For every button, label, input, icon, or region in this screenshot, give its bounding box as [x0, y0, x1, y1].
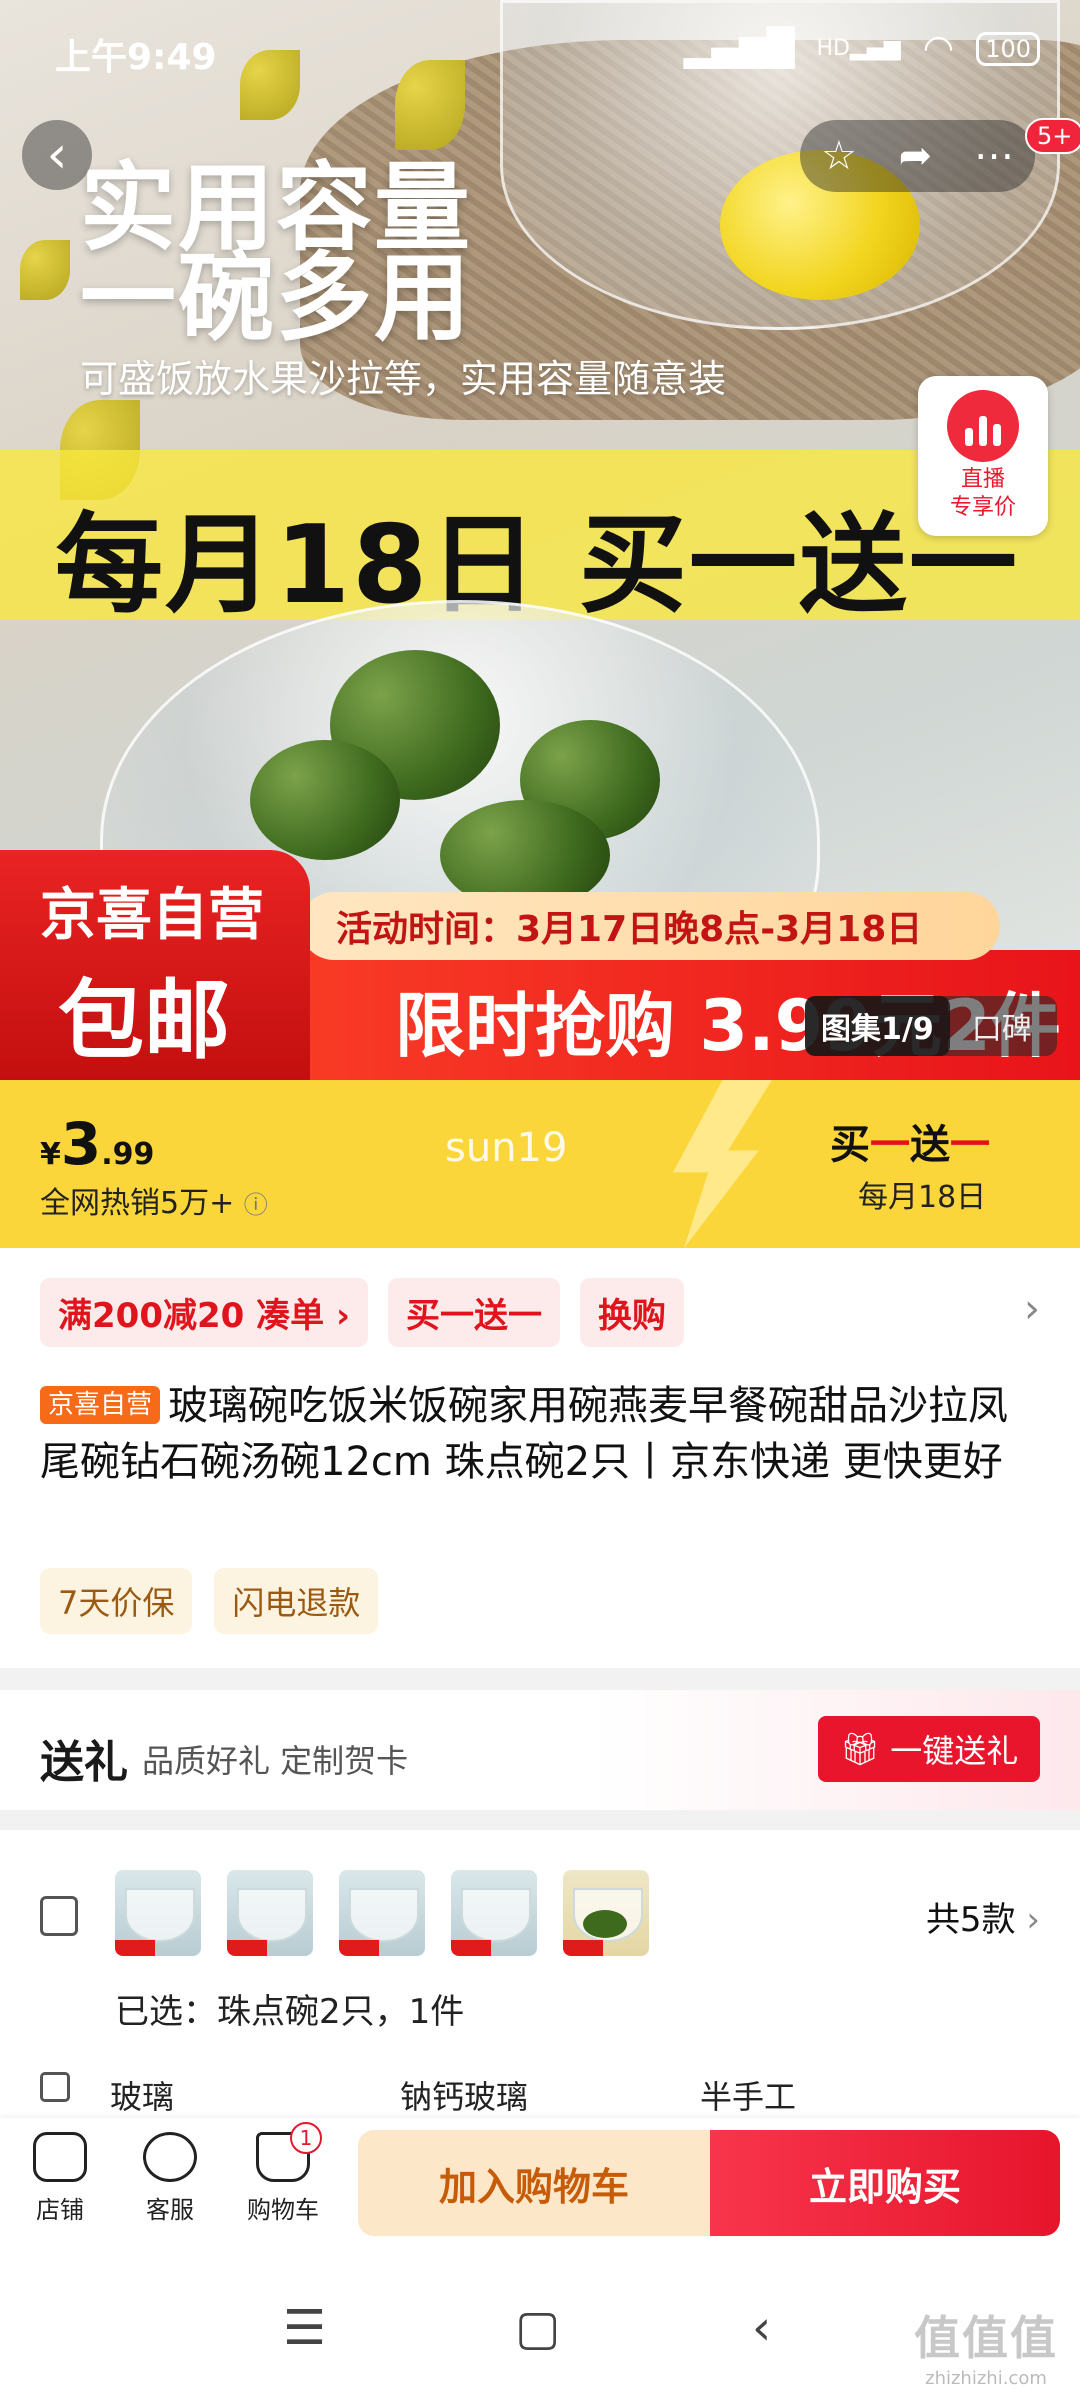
- store-button[interactable]: 店铺: [15, 2132, 105, 2225]
- free-shipping-label: 包邮: [58, 971, 230, 1071]
- back-button[interactable]: ‹: [22, 120, 92, 190]
- live-price-button[interactable]: 直播 专享价: [918, 376, 1048, 536]
- more-icon[interactable]: ⋯: [974, 133, 1014, 179]
- variant-thumb[interactable]: [227, 1870, 313, 1956]
- promo-exchange[interactable]: 换购: [579, 1278, 684, 1347]
- bogo-date: 每月18日: [858, 1180, 987, 1215]
- jx-self-operated-badge: 京喜自营 包邮: [0, 850, 310, 1080]
- hd-signal-icon: HD▂▄▆: [816, 36, 901, 61]
- watermark: sun19: [445, 1125, 568, 1171]
- chevron-right-icon: ›: [1026, 1900, 1040, 1940]
- promo-coupon[interactable]: 满200减20 凑单 ›: [40, 1278, 368, 1347]
- top-actions: ☆ ➦ ⋯: [800, 120, 1035, 192]
- variant-thumb[interactable]: [115, 1870, 201, 1956]
- gallery-switcher[interactable]: 图集1/9 口碑: [805, 996, 1057, 1056]
- add-to-cart-button[interactable]: 加入购物车: [358, 2130, 710, 2236]
- variant-thumbnails: [115, 1870, 649, 1956]
- variant-thumb[interactable]: [451, 1870, 537, 1956]
- bogo-label: 买一送一: [830, 1122, 990, 1168]
- hero-subheadline: 可盛饭放水果沙拉等，实用容量随意装: [80, 357, 727, 401]
- promotion-row: 满200减20 凑单 › 买一送一 换购: [40, 1278, 684, 1347]
- favorite-star-icon[interactable]: ☆: [821, 133, 857, 179]
- live-label: 直播 专享价: [949, 467, 1016, 520]
- customer-service-icon: [143, 2132, 197, 2182]
- menu-icon[interactable]: ☰: [283, 2300, 326, 2356]
- variant-selector[interactable]: 共5款 › 已选：珠点碗2只，1件 玻璃 钠钙玻璃 半手工: [0, 1830, 1080, 2130]
- spec-material: 玻璃: [110, 2078, 175, 2116]
- spec-glass-type: 钠钙玻璃: [400, 2078, 529, 2116]
- selected-variant: 已选：珠点碗2只，1件: [115, 1992, 465, 2032]
- store-icon: [33, 2132, 87, 2182]
- signal-icon: ▂▄▆█: [683, 28, 795, 69]
- spec-craft: 半手工: [700, 2078, 797, 2116]
- gift-title: 送礼: [40, 1737, 128, 1788]
- product-title: 京喜自营 玻璃碗吃饭米饭碗家用碗燕麦早餐碗甜品沙拉凤尾碗钻石碗汤碗12cm 珠点碗…: [40, 1383, 1009, 1485]
- lime-image: [250, 740, 400, 860]
- hero-headline-2: 一碗多用: [80, 242, 472, 354]
- fast-refund-tag[interactable]: 闪电退款: [214, 1568, 379, 1634]
- buy-now-button[interactable]: 立即购买: [710, 2130, 1060, 2236]
- price: ¥3.99: [40, 1110, 155, 1178]
- site-watermark: 值值值 zhizhizhi.com: [914, 2311, 1058, 2389]
- chevron-left-icon: ‹: [46, 125, 68, 185]
- share-icon[interactable]: ➦: [899, 133, 933, 179]
- status-icons: ▂▄▆█ HD▂▄▆ ◠ 100: [684, 28, 1040, 69]
- variant-thumb[interactable]: [339, 1870, 425, 1956]
- battery-icon: 100: [976, 31, 1040, 66]
- variant-thumb[interactable]: [563, 1870, 649, 1956]
- spec-icon: [40, 2072, 70, 2102]
- system-navigation-bar: ☰ ▢ ‹ 值值值 zhizhizhi.com: [0, 2258, 1080, 2400]
- product-info-card: 满200减20 凑单 › 买一送一 换购 › 京喜自营 玻璃碗吃饭米饭碗家用碗燕麦…: [0, 1248, 1080, 1668]
- live-stream-icon: [947, 390, 1019, 462]
- gift-row: 送礼 品质好礼 定制贺卡 🎁︎ 一键送礼: [0, 1690, 1080, 1810]
- back-icon[interactable]: ‹: [752, 2300, 771, 2356]
- gift-icon: 🎁︎: [839, 1730, 881, 1768]
- customer-service-button[interactable]: 客服: [125, 2132, 215, 2225]
- gallery-reviews-tab[interactable]: 口碑: [950, 1004, 1032, 1048]
- gift-subtitle: 品质好礼 定制贺卡: [142, 1742, 409, 1780]
- send-gift-button[interactable]: 🎁︎ 一键送礼: [818, 1716, 1040, 1782]
- leaf-decor: [20, 240, 70, 300]
- promo-bogo[interactable]: 买一送一: [387, 1278, 560, 1347]
- status-bar: 上午9:49 ▂▄▆█ HD▂▄▆ ◠ 100: [0, 0, 1080, 95]
- variant-count[interactable]: 共5款 ›: [926, 1892, 1040, 1941]
- chevron-right-icon[interactable]: ›: [1024, 1286, 1040, 1332]
- cart-button[interactable]: 1 购物车: [238, 2122, 328, 2225]
- status-time: 上午9:49: [55, 37, 217, 78]
- activity-time: 活动时间：3月17日晚8点-3月18日: [300, 892, 1000, 960]
- home-icon[interactable]: ▢: [515, 2300, 560, 2356]
- price-protect-tag[interactable]: 7天价保: [40, 1568, 193, 1634]
- message-badge: 5+: [1025, 118, 1080, 154]
- jx-tag: 京喜自营: [40, 1386, 161, 1424]
- gallery-index[interactable]: 图集1/9: [805, 996, 950, 1056]
- service-tags: 7天价保 闪电退款: [40, 1568, 379, 1634]
- cart-count-badge: 1: [290, 2122, 322, 2154]
- jx-self-label: 京喜自营: [40, 883, 264, 948]
- selected-variant-icon: [40, 1896, 78, 1936]
- hot-sales: 全网热销5万+ ⓘ: [40, 1186, 268, 1221]
- bottom-action-bar: 店铺 客服 1 购物车 加入购物车 立即购买: [0, 2118, 1080, 2258]
- wifi-icon: ◠: [922, 28, 955, 69]
- info-icon[interactable]: ⓘ: [244, 1191, 268, 1219]
